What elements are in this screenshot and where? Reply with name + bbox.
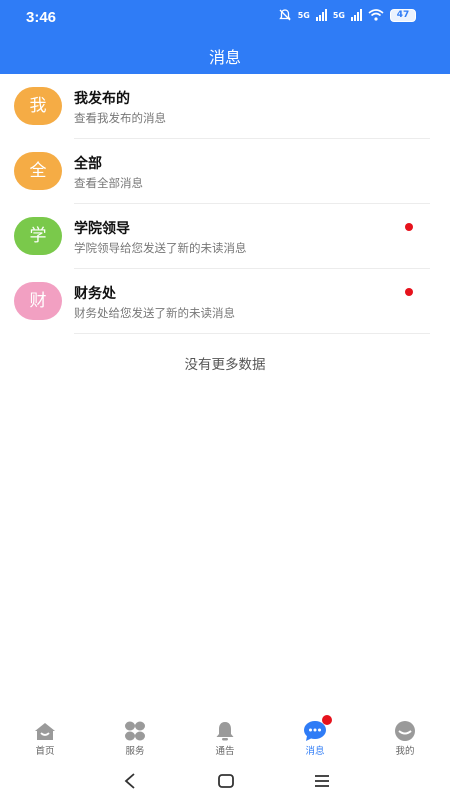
battery-icon: 47 — [390, 8, 416, 22]
bell-icon — [216, 722, 234, 741]
page-title: 消息 — [208, 48, 241, 67]
status-icons: 5G 5G 47 — [278, 8, 416, 22]
network-label-2: 5G — [332, 10, 345, 20]
no-more-data-text: 没有更多数据 — [184, 357, 266, 373]
tab-mine[interactable]: 我的 — [360, 712, 450, 764]
status-bar: 3:46 5G 5G 47 — [0, 0, 450, 34]
avatar: 全 — [14, 152, 62, 190]
message-subtitle: 学院领导给您发送了新的未读消息 — [74, 241, 247, 255]
signal-icon-2 — [351, 9, 362, 21]
mute-bell-icon — [279, 9, 291, 21]
unread-dot — [405, 223, 413, 231]
tab-label: 首页 — [35, 746, 55, 757]
message-title: 全部 — [74, 156, 102, 172]
message-title: 我发布的 — [74, 91, 130, 107]
avatar: 财 — [14, 282, 62, 320]
avatar: 我 — [14, 87, 62, 125]
message-subtitle: 查看全部消息 — [74, 176, 143, 190]
system-nav-bar — [0, 764, 450, 800]
tab-unread-badge — [322, 715, 332, 725]
tab-services[interactable]: 服务 — [90, 712, 180, 764]
tab-home[interactable]: 首页 — [0, 712, 90, 764]
tab-label: 通告 — [215, 746, 235, 757]
message-title: 学院领导 — [74, 221, 130, 237]
message-subtitle: 财务处给您发送了新的未读消息 — [74, 306, 235, 320]
network-label-1: 5G — [297, 10, 310, 20]
message-title: 财务处 — [74, 286, 116, 302]
tab-notices[interactable]: 通告 — [180, 712, 270, 764]
tab-messages[interactable]: 消息 — [270, 712, 360, 764]
home-icon — [35, 723, 55, 740]
message-item-my-posts[interactable]: 我 我发布的 查看我发布的消息 — [0, 74, 450, 139]
signal-icon-1 — [315, 9, 327, 21]
message-list: 我 我发布的 查看我发布的消息 全 全部 查看全部消息 学 学院领导 学院领导给… — [0, 74, 450, 334]
message-item-finance-office[interactable]: 财 财务处 财务处给您发送了新的未读消息 — [0, 269, 450, 334]
unread-dot — [405, 288, 413, 296]
message-subtitle: 查看我发布的消息 — [74, 111, 166, 125]
status-time: 3:46 — [26, 9, 57, 26]
profile-face-icon — [395, 721, 415, 741]
header: 3:46 5G 5G 47 消息 — [0, 0, 450, 74]
bottom-tab-bar: 首页 服务 通告 消息 我的 — [0, 712, 450, 764]
services-grid-icon — [125, 721, 145, 741]
message-item-college-leaders[interactable]: 学 学院领导 学院领导给您发送了新的未读消息 — [0, 204, 450, 269]
wifi-icon — [368, 9, 384, 21]
menu-icon[interactable] — [313, 772, 331, 790]
avatar: 学 — [14, 217, 62, 255]
back-icon[interactable] — [122, 772, 138, 790]
message-item-all[interactable]: 全 全部 查看全部消息 — [0, 139, 450, 204]
divider — [74, 333, 430, 334]
tab-label: 我的 — [395, 746, 415, 757]
home-square-icon[interactable] — [217, 772, 235, 790]
tab-label: 消息 — [305, 746, 325, 757]
tab-label: 服务 — [125, 746, 145, 757]
